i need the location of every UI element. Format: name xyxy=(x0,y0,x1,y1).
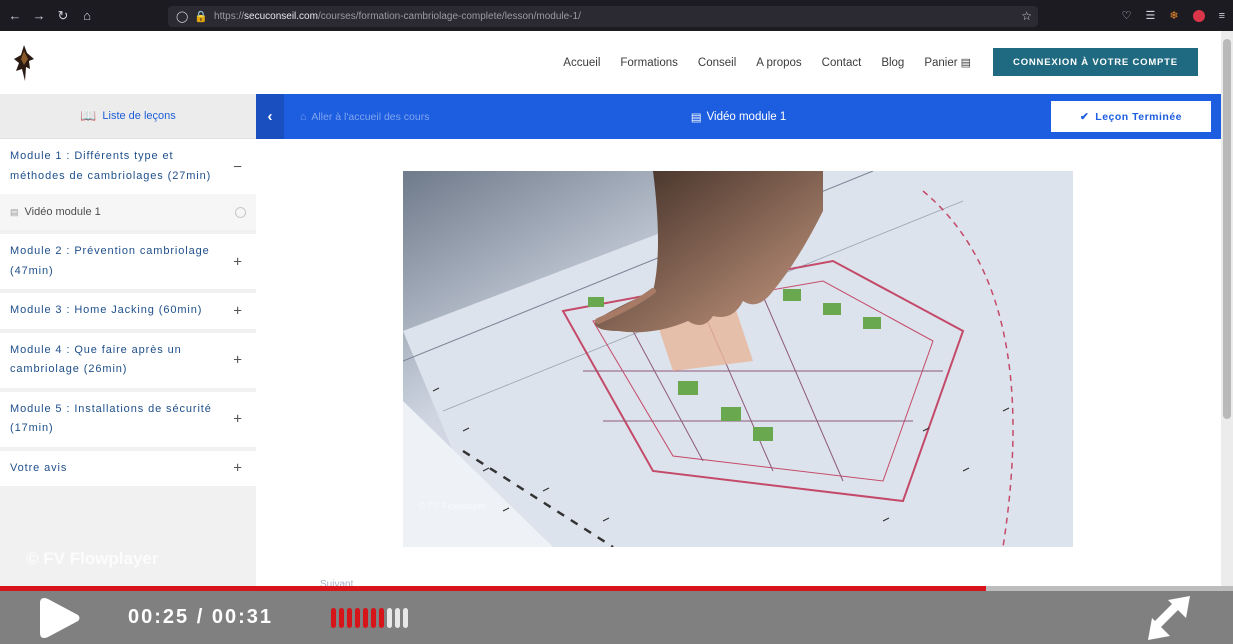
module-title: Module 3 : Home Jacking (60min) xyxy=(10,304,203,316)
site-header: Accueil Formations Conseil A propos Cont… xyxy=(0,31,1221,94)
login-button[interactable]: CONNEXION À VOTRE COMPTE xyxy=(993,48,1198,76)
nav-contact[interactable]: Contact xyxy=(822,57,862,69)
video-frame-image xyxy=(403,171,1073,547)
video-player[interactable]: © FV Flowplayer xyxy=(403,171,1073,547)
nav-conseil[interactable]: Conseil xyxy=(698,57,736,69)
flowplayer-watermark: © FV Flowplayer xyxy=(26,549,159,568)
extension-icon[interactable]: ❄ xyxy=(1169,9,1178,22)
lesson-content: © FV Flowplayer Suivant xyxy=(256,139,1221,590)
lock-icon: 🔒 xyxy=(194,11,209,23)
lesson-status-circle xyxy=(235,206,246,218)
forward-icon[interactable]: → xyxy=(27,8,51,23)
module-4[interactable]: Module 4 : Que faire après un cambriolag… xyxy=(0,332,256,388)
page-scrollbar[interactable] xyxy=(1221,31,1233,586)
player-controls: 00:25 / 00:31 xyxy=(0,591,1233,644)
lesson-topbar: ‹ ⌂ Aller à l'accueil des cours ▤ Vidéo … xyxy=(256,94,1221,139)
volume-bar[interactable] xyxy=(355,608,360,628)
nav-panier-label: Panier xyxy=(924,57,958,69)
nav-a-propos[interactable]: A propos xyxy=(756,57,801,69)
module-1[interactable]: Module 1 : Différents type et méthodes d… xyxy=(0,139,256,194)
lesson-list-header[interactable]: 📖 Liste de leçons xyxy=(0,94,256,139)
main-nav: Accueil Formations Conseil A propos Cont… xyxy=(563,31,971,94)
logo[interactable] xyxy=(12,45,36,81)
volume-bar[interactable] xyxy=(339,608,344,628)
chevron-left-icon: ‹ xyxy=(267,108,273,125)
module-title: Module 4 : Que faire après un cambriolag… xyxy=(10,343,182,376)
module-5[interactable]: Module 5 : Installations de sécurité (17… xyxy=(0,391,256,447)
book-icon: 📖 xyxy=(80,108,97,123)
browser-extensions: ♡ ☰ ❄ ≡ xyxy=(1122,0,1225,31)
nav-formations[interactable]: Formations xyxy=(620,57,678,69)
course-home-link[interactable]: ⌂ Aller à l'accueil des cours xyxy=(300,94,429,139)
time-display: 00:25 / 00:31 xyxy=(128,606,273,628)
back-icon[interactable]: ← xyxy=(3,8,27,23)
lesson-video-module-1[interactable]: ▤ Vidéo module 1 xyxy=(0,194,256,230)
lesson-sidebar: 📖 Liste de leçons Module 1 : Différents … xyxy=(0,94,256,586)
expand-icon[interactable]: + xyxy=(233,253,242,270)
lesson-complete-label: Leçon Terminée xyxy=(1095,110,1183,123)
volume-bar[interactable] xyxy=(379,608,384,628)
collapse-icon[interactable]: − xyxy=(233,158,242,175)
pocket-icon[interactable]: ♡ xyxy=(1122,9,1132,22)
home-outline-icon: ⌂ xyxy=(300,110,307,123)
course-home-label: Aller à l'accueil des cours xyxy=(311,110,430,123)
bookmark-star-icon[interactable]: ☆ xyxy=(1021,9,1032,23)
video-watermark: © FV Flowplayer xyxy=(419,501,486,511)
library-icon[interactable]: ☰ xyxy=(1145,9,1155,22)
volume-bar[interactable] xyxy=(331,608,336,628)
module-title: Module 5 : Installations de sécurité (17… xyxy=(10,402,212,435)
volume-bar[interactable] xyxy=(363,608,368,628)
menu-icon[interactable]: ≡ xyxy=(1219,10,1225,22)
check-icon: ✔ xyxy=(1079,110,1090,123)
lesson-title-label: Vidéo module 1 xyxy=(706,110,787,123)
expand-icon[interactable]: + xyxy=(233,411,242,428)
module-3[interactable]: Module 3 : Home Jacking (60min) + xyxy=(0,293,256,329)
expand-icon[interactable]: + xyxy=(233,352,242,369)
lesson-list-label: Liste de leçons xyxy=(102,110,176,122)
scrollbar-thumb[interactable] xyxy=(1223,39,1231,419)
ublock-icon[interactable] xyxy=(1192,9,1205,22)
module-votre-avis[interactable]: Votre avis + xyxy=(0,450,256,486)
nav-accueil[interactable]: Accueil xyxy=(563,57,600,69)
lesson-complete-button[interactable]: ✔ Leçon Terminée xyxy=(1050,100,1212,133)
module-title: Module 2 : Prévention cambriolage (47min… xyxy=(10,245,210,277)
cart-icon: ▤ xyxy=(960,57,971,69)
module-title: Module 1 : Différents type et méthodes d… xyxy=(10,150,212,182)
fullscreen-icon[interactable] xyxy=(1146,596,1192,640)
volume-bar[interactable] xyxy=(387,608,392,628)
lesson-label: Vidéo module 1 xyxy=(24,206,101,218)
browser-toolbar: ← → ↻ ⌂ ◯ 🔒 https://secuconseil.com/cour… xyxy=(0,0,1233,31)
volume-bar[interactable] xyxy=(371,608,376,628)
address-bar[interactable]: ◯ 🔒 https://secuconseil.com/courses/form… xyxy=(168,6,1038,27)
reload-icon[interactable]: ↻ xyxy=(51,8,75,24)
shield-icon: ◯ xyxy=(176,11,189,23)
module-2[interactable]: Module 2 : Prévention cambriolage (47min… xyxy=(0,234,256,289)
url-text: https://secuconseil.com/courses/formatio… xyxy=(214,11,581,22)
nav-panier[interactable]: Panier ▤ xyxy=(924,56,971,69)
volume-bar[interactable] xyxy=(403,608,408,628)
expand-icon[interactable]: + xyxy=(233,460,242,477)
document-icon: ▤ xyxy=(10,206,19,217)
play-icon[interactable] xyxy=(38,595,82,641)
home-icon[interactable]: ⌂ xyxy=(75,8,99,23)
volume-bar[interactable] xyxy=(347,608,352,628)
module-title: Votre avis xyxy=(10,461,68,474)
nav-blog[interactable]: Blog xyxy=(881,57,904,69)
expand-icon[interactable]: + xyxy=(233,302,242,319)
document-icon: ▤ xyxy=(690,111,702,124)
volume-bar[interactable] xyxy=(395,608,400,628)
sidebar-collapse-button[interactable]: ‹ xyxy=(256,94,284,139)
volume-slider[interactable] xyxy=(331,608,408,628)
